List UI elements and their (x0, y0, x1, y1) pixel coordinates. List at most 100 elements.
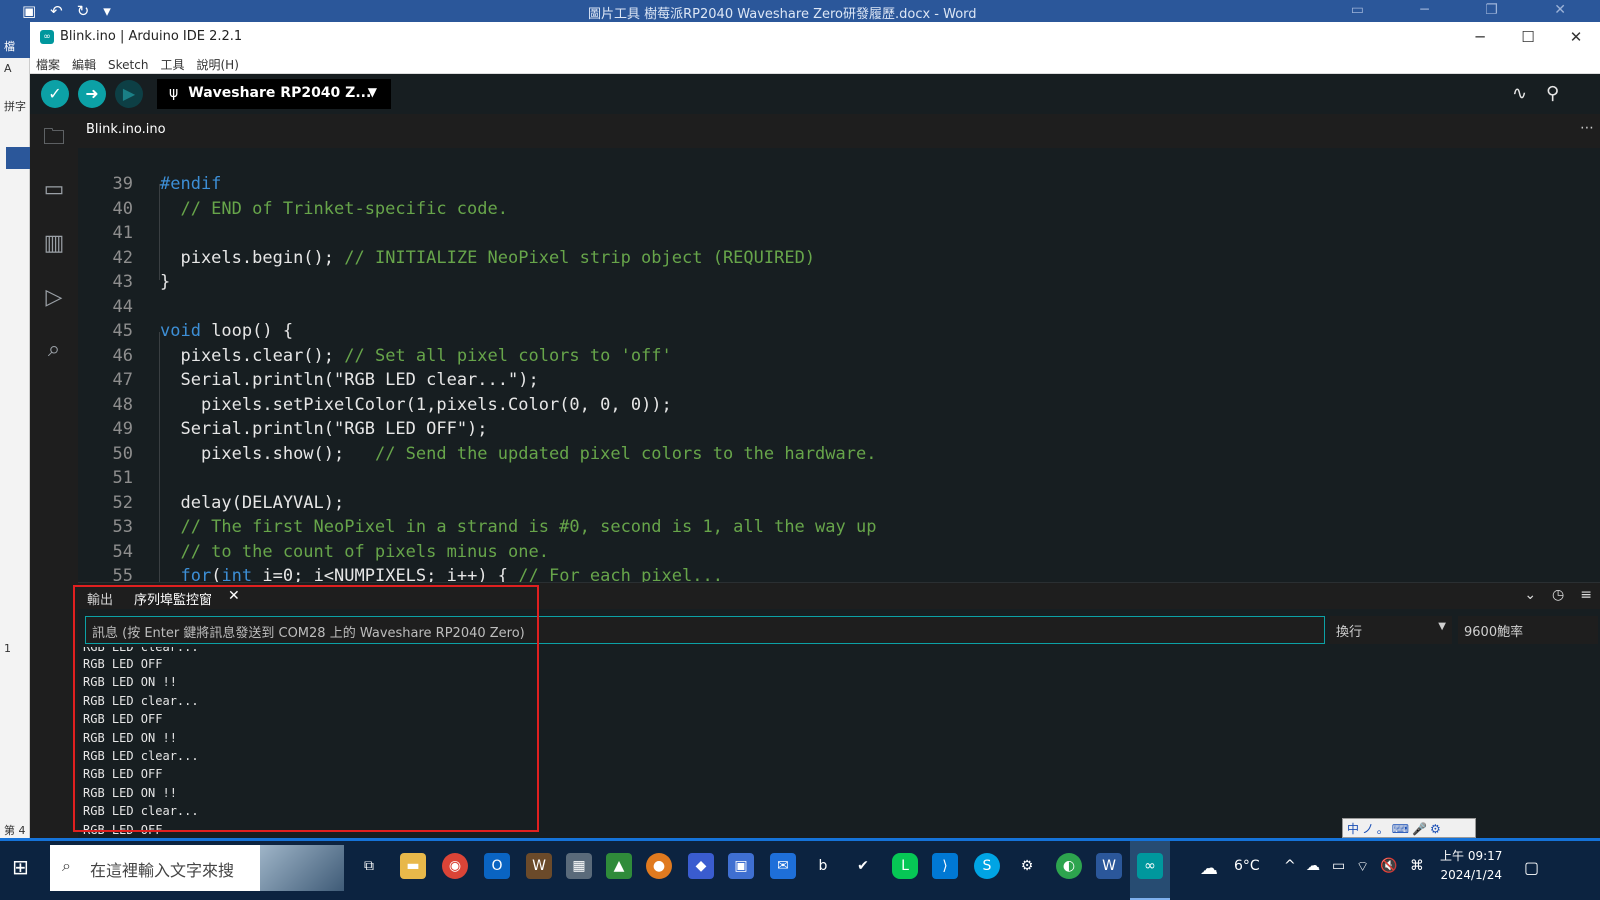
word-window-controls[interactable]: ▭ ─ ❐ ✕ (1351, 2, 1592, 18)
code-text: // END of Trinket-specific code. (160, 198, 508, 219)
weather-temp[interactable]: 6°C (1234, 858, 1260, 874)
tab-serial-monitor[interactable]: 序列埠監控窗 (134, 589, 212, 608)
debug-panel-icon[interactable]: ▷ (40, 284, 68, 312)
bing-icon[interactable]: b (810, 853, 836, 879)
word-label-a: A (4, 62, 12, 75)
more-icon[interactable]: ⋯ (1580, 120, 1594, 136)
serial-plotter-icon[interactable]: ∿ (1512, 83, 1527, 104)
code-line[interactable]: 46 pixels.clear(); // Set all pixel colo… (78, 344, 1600, 368)
menu-help[interactable]: 說明(H) (190, 52, 244, 73)
ime-indicator-icon[interactable]: ⌘ (1410, 858, 1424, 874)
menu-edit[interactable]: 編輯 (66, 52, 102, 73)
serial-monitor-icon[interactable]: ⚲ (1546, 83, 1559, 104)
chrome-icon[interactable]: ◉ (442, 853, 468, 879)
line-number: 51 (112, 468, 133, 488)
tray-chevron-icon[interactable]: ^ (1284, 858, 1296, 874)
code-token: int (221, 566, 253, 582)
tab-output[interactable]: 輸出 (87, 589, 113, 608)
code-line[interactable]: 41 (78, 221, 1600, 245)
debug-icon[interactable]: ▶ (115, 80, 143, 108)
app-icon-w[interactable]: W (526, 853, 552, 879)
file-explorer-icon[interactable]: ▬ (400, 853, 426, 879)
clock[interactable]: 上午 09:17 2024/1/24 (1440, 847, 1502, 885)
onedrive-icon[interactable]: ☁ (1306, 858, 1320, 874)
code-token: void (160, 321, 201, 341)
code-line[interactable]: 52 delay(DELAYVAL); (78, 491, 1600, 515)
code-line[interactable]: 43} (78, 270, 1600, 294)
app-icon-blue[interactable]: ▣ (728, 853, 754, 879)
settings-gear-icon[interactable]: ⚙ (1014, 853, 1040, 879)
image-editor-icon[interactable]: ▲ (606, 853, 632, 879)
maximize-icon[interactable]: ☐ (1504, 22, 1552, 52)
calculator-icon[interactable]: ▦ (566, 853, 592, 879)
menu-file[interactable]: 檔案 (30, 52, 66, 73)
copilot-icon[interactable]: ◆ (688, 853, 714, 879)
word-quick-access-icons[interactable]: ▣↶↻▾ (22, 2, 125, 20)
menu-icon[interactable]: ≡ (1580, 587, 1592, 603)
line-number: 53 (112, 517, 133, 537)
code-line[interactable]: 39 #endif (78, 172, 1600, 196)
code-line[interactable]: 55 for(int i=0; i<NUMPIXELS; i++) { // F… (78, 564, 1600, 582)
code-line[interactable]: 40 // END of Trinket-specific code. (78, 197, 1600, 221)
weather-cloud-icon[interactable]: ☁ (1200, 858, 1218, 879)
code-line[interactable]: 51 (78, 466, 1600, 490)
timestamp-icon[interactable]: ◷ (1552, 587, 1564, 603)
board-selector[interactable]: ψ Waveshare RP2040 Z... ▼ (157, 79, 391, 109)
minimize-icon[interactable]: ─ (1456, 22, 1504, 52)
panel-actions: ⌄ ◷ ≡ (1508, 587, 1592, 603)
mail-icon[interactable]: ✉ (770, 853, 796, 879)
word-icon[interactable]: W (1096, 853, 1122, 879)
close-tab-icon[interactable]: ✕ (228, 588, 240, 604)
search-icon[interactable]: ⌕ (40, 336, 68, 364)
outlook-icon[interactable]: O (484, 853, 510, 879)
vscode-icon[interactable]: ⟩ (932, 853, 958, 879)
app-icon-green[interactable]: ◐ (1056, 853, 1082, 879)
ime-toolbar[interactable]: 中ノ。⌨🎤⚙ (1342, 818, 1476, 838)
line-ending-select[interactable]: 換行 ▼ (1330, 616, 1452, 644)
app-icon-orange[interactable]: ● (646, 853, 672, 879)
line-number: 44 (112, 296, 133, 317)
code-line[interactable]: 42 pixels.begin(); // INITIALIZE NeoPixe… (78, 246, 1600, 270)
code-token: .setPixelColor(1, (262, 394, 437, 415)
code-line[interactable]: 49 Serial.println("RGB LED OFF"); (78, 417, 1600, 441)
arduino-taskbar-button[interactable]: ∞ (1130, 841, 1170, 900)
boards-manager-icon[interactable]: ▭ (40, 176, 68, 204)
speaker-muted-icon[interactable]: 🔇 (1380, 858, 1397, 874)
activity-bar: 🗀 ▭ ▥ ▷ ⌕ (30, 114, 78, 857)
baud-rate-select[interactable]: 9600鮑率 (1458, 616, 1598, 644)
serial-message-input[interactable]: 訊息 (按 Enter 鍵將訊息發送到 COM28 上的 Waveshare R… (85, 616, 1325, 644)
todo-icon[interactable]: ✔ (850, 853, 876, 879)
menu-sketch[interactable]: Sketch (102, 54, 154, 72)
code-line[interactable]: 48 pixels.setPixelColor(1,pixels.Color(0… (78, 393, 1600, 417)
notifications-icon[interactable]: ▢ (1524, 858, 1539, 877)
toggle-autoscroll-icon[interactable]: ⌄ (1524, 587, 1536, 603)
skype-icon[interactable]: S (974, 853, 1000, 879)
battery-icon[interactable]: ▭ (1332, 858, 1345, 874)
code-line[interactable]: 47 Serial.println("RGB LED clear..."); (78, 368, 1600, 392)
task-view-icon[interactable]: ⧉ (356, 853, 382, 879)
code-line[interactable]: 54 // to the count of pixels minus one. (78, 540, 1600, 564)
sketchbook-folder-icon[interactable]: 🗀 (40, 124, 68, 152)
line-number: 39 (112, 174, 133, 194)
code-line[interactable]: 53 // The first NeoPixel in a strand is … (78, 515, 1600, 539)
serial-line: RGB LED clear... (83, 804, 199, 819)
code-editor[interactable]: 39 #endif 40 // END of Trinket-specific co… (78, 148, 1600, 582)
verify-icon[interactable]: ✓ (41, 80, 69, 108)
menu-tools[interactable]: 工具 (154, 52, 190, 73)
close-icon[interactable]: ✕ (1552, 22, 1600, 52)
upload-icon[interactable]: ➜ (78, 80, 106, 108)
line-icon[interactable]: L (892, 853, 918, 879)
windows-start-icon[interactable]: ⊞ (12, 855, 29, 879)
serial-line: RGB LED ON !! (83, 675, 177, 690)
board-name: Waveshare RP2040 Z... (188, 85, 372, 101)
chevron-down-icon: ▼ (367, 85, 377, 99)
code-line[interactable]: 44 (78, 295, 1600, 319)
tab-blink-ino[interactable]: Blink.ino.ino (78, 114, 174, 148)
code-line[interactable]: 50 pixels.show(); // Send the updated pi… (78, 442, 1600, 466)
library-manager-icon[interactable]: ▥ (40, 230, 68, 258)
taskbar-search[interactable]: ⌕ 在這裡輸入文字來搜 (50, 845, 344, 891)
wifi-icon[interactable]: ⌔ (1356, 858, 1369, 876)
code-line[interactable]: 45 void loop() { (78, 319, 1600, 343)
title-bar: ∞ Blink.ino | Arduino IDE 2.2.1 ─ ☐ ✕ (30, 22, 1600, 52)
code-text: #endif (160, 174, 222, 194)
